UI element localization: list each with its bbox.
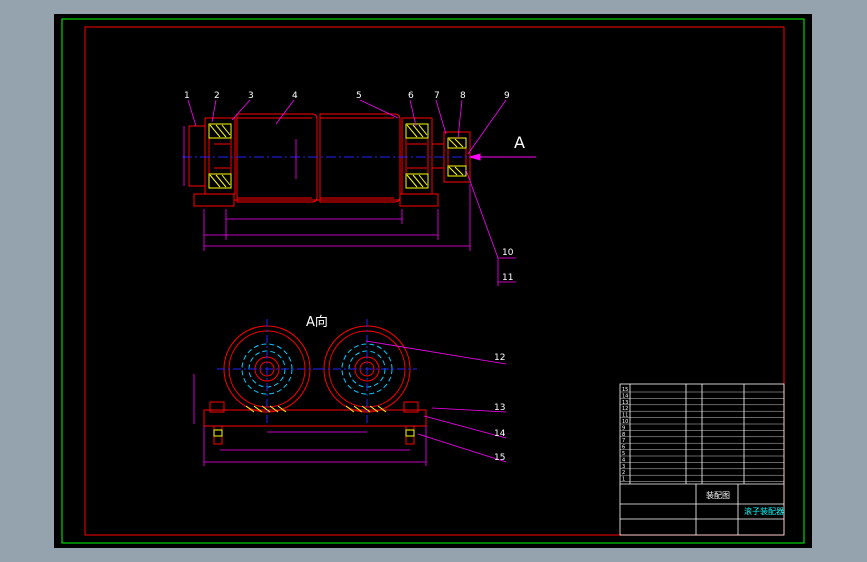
title-block-row-number: 10 bbox=[622, 419, 628, 425]
title-block-row-number: 2 bbox=[622, 470, 625, 476]
part-number-6: 6 bbox=[408, 91, 414, 101]
title-block-row-number: 3 bbox=[622, 464, 625, 470]
side-part-numbers: 12 13 14 15 bbox=[494, 353, 506, 463]
part-number-1: 1 bbox=[184, 91, 190, 101]
part-number-10: 10 bbox=[502, 248, 514, 258]
title-block-row-number: 11 bbox=[622, 413, 628, 419]
title-block-row-number: 4 bbox=[622, 457, 625, 463]
drawing-sheet: A A向 15 14 13 12 11 10 9 8 7 6 5 4 3 2 1… bbox=[54, 14, 812, 548]
view-direction-label: A向 bbox=[306, 314, 328, 330]
title-block-drawing-name: 滚子装配器 bbox=[744, 506, 784, 516]
section-arrow bbox=[468, 153, 536, 161]
part-number-12: 12 bbox=[494, 353, 505, 363]
title-block-row-number: 14 bbox=[622, 393, 628, 399]
part-number-9: 9 bbox=[504, 91, 510, 101]
outer-border bbox=[61, 18, 805, 544]
title-block-row-number: 6 bbox=[622, 445, 625, 451]
title-block-row-number: 9 bbox=[622, 425, 625, 431]
top-view-hatch bbox=[208, 123, 467, 189]
part-number-15: 15 bbox=[494, 453, 505, 463]
title-block-row-number: 13 bbox=[622, 400, 628, 406]
title-block-row-number: 5 bbox=[622, 451, 625, 457]
part-number-8: 8 bbox=[460, 91, 466, 101]
part-number-14: 14 bbox=[494, 429, 506, 439]
title-block-row-number: 12 bbox=[622, 406, 628, 412]
side-view bbox=[203, 325, 427, 445]
part-number-11: 11 bbox=[502, 273, 513, 283]
top-part-numbers: 1 2 3 4 5 6 7 8 9 bbox=[184, 91, 510, 101]
right-part-numbers: 10 11 bbox=[502, 248, 514, 283]
part-number-13: 13 bbox=[494, 403, 505, 413]
side-centerlines bbox=[217, 319, 417, 424]
title-block-row-number: 1 bbox=[622, 477, 625, 483]
title-block-row-number: 7 bbox=[622, 438, 625, 444]
section-label-a: A bbox=[514, 133, 525, 152]
part-number-2: 2 bbox=[214, 91, 220, 101]
cad-canvas: A A向 151413121110987654321 装配图 滚子装配器 1 2… bbox=[61, 18, 805, 544]
part-number-5: 5 bbox=[356, 91, 362, 101]
title-block-part-label: 装配图 bbox=[706, 490, 730, 500]
title-block-row-number: 15 bbox=[622, 387, 628, 393]
part-number-7: 7 bbox=[434, 91, 440, 101]
part-number-3: 3 bbox=[248, 91, 254, 101]
part-number-4: 4 bbox=[292, 91, 298, 101]
inner-border bbox=[84, 26, 785, 536]
title-block-row-number: 8 bbox=[622, 432, 625, 438]
